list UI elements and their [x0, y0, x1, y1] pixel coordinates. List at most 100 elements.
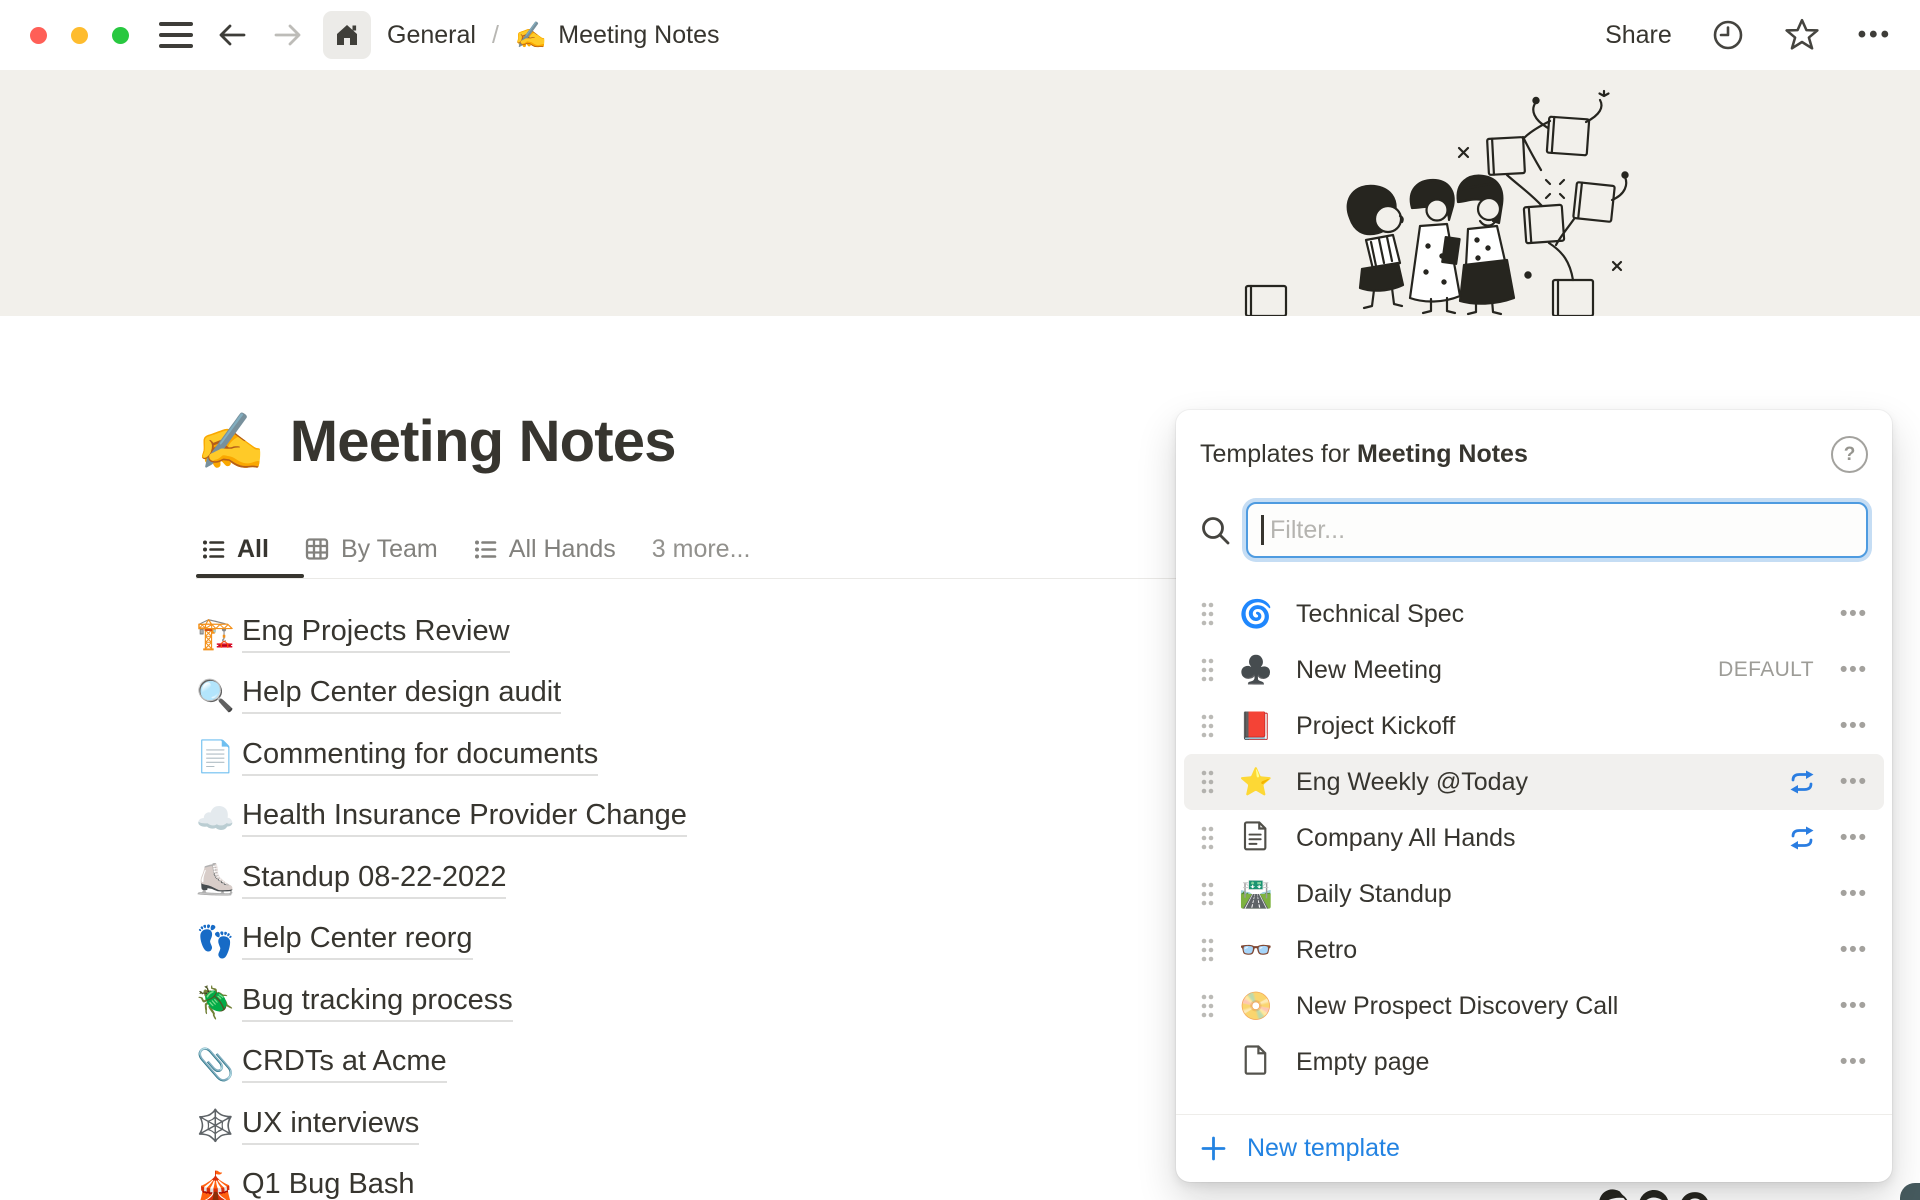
template-label: Empty page — [1296, 1048, 1429, 1077]
page-link[interactable]: Standup 08-22-2022 — [242, 861, 506, 899]
list-item[interactable]: 📎 CRDTs at Acme — [196, 1034, 1096, 1096]
forward-button[interactable] — [271, 19, 305, 51]
page-cover[interactable] — [0, 70, 1920, 316]
document-list: 🏗️ Eng Projects Review 🔍 Help Center des… — [196, 603, 1096, 1200]
list-item[interactable]: ☁️ Health Insurance Provider Change — [196, 788, 1096, 850]
row-more-icon[interactable]: ••• — [1840, 882, 1868, 906]
list-item[interactable]: 🎪 Q1 Bug Bash — [196, 1157, 1096, 1200]
page-link[interactable]: Bug tracking process — [242, 984, 513, 1022]
popup-title: Templates for Meeting Notes — [1200, 440, 1528, 469]
tab-all-hands[interactable]: All Hands — [474, 535, 616, 564]
cyclone-emoji-icon: 🌀 — [1238, 601, 1274, 628]
page-link[interactable]: Health Insurance Provider Change — [242, 799, 687, 837]
close-window-button[interactable] — [30, 27, 47, 44]
template-label: Eng Weekly @Today — [1296, 768, 1528, 797]
star-emoji-icon: ⭐ — [1238, 769, 1274, 796]
new-template-button[interactable]: New template — [1200, 1124, 1400, 1172]
page-link[interactable]: Commenting for documents — [242, 738, 598, 776]
history-clock-icon[interactable] — [1710, 17, 1746, 53]
empty-page-icon — [1238, 1045, 1274, 1080]
page-link[interactable]: CRDTs at Acme — [242, 1045, 447, 1083]
template-row[interactable]: 👓 Retro ••• — [1184, 922, 1884, 978]
row-more-icon[interactable]: ••• — [1840, 994, 1868, 1018]
more-options-icon[interactable]: ••• — [1858, 21, 1892, 49]
breadcrumb-separator: / — [492, 21, 499, 50]
template-row-empty-page[interactable]: Empty page ••• — [1184, 1034, 1884, 1090]
template-row[interactable]: Company All Hands ••• — [1184, 810, 1884, 866]
drag-handle-icon[interactable] — [1200, 713, 1216, 739]
beetle-emoji-icon: 🪲 — [196, 987, 242, 1018]
list-view-icon — [202, 538, 225, 561]
minimize-window-button[interactable] — [71, 27, 88, 44]
template-row[interactable]: 🛣️ Daily Standup ••• — [1184, 866, 1884, 922]
magnifier-emoji-icon: 🔍 — [196, 680, 242, 711]
row-more-icon[interactable]: ••• — [1840, 826, 1868, 850]
template-row[interactable]: ♣️ New Meeting DEFAULT ••• — [1184, 642, 1884, 698]
list-item[interactable]: 👣 Help Center reorg — [196, 911, 1096, 973]
page-link[interactable]: Q1 Bug Bash — [242, 1168, 415, 1200]
template-row[interactable]: 🌀 Technical Spec ••• — [1184, 586, 1884, 642]
list-item[interactable]: 🪲 Bug tracking process — [196, 972, 1096, 1034]
tab-all[interactable]: All — [202, 535, 269, 564]
tab-more-views[interactable]: 3 more... — [652, 535, 751, 564]
row-more-icon[interactable]: ••• — [1840, 714, 1868, 738]
template-list: 🌀 Technical Spec ••• ♣️ New Meeting DEFA… — [1184, 586, 1884, 1090]
popup-header: Templates for Meeting Notes ? — [1200, 436, 1868, 473]
row-more-icon[interactable]: ••• — [1840, 770, 1868, 794]
page-link[interactable]: Help Center reorg — [242, 922, 473, 960]
list-item[interactable]: 🏗️ Eng Projects Review — [196, 603, 1096, 665]
share-button[interactable]: Share — [1605, 21, 1672, 50]
list-item[interactable]: 🕸️ UX interviews — [196, 1095, 1096, 1157]
page-title-emoji[interactable]: ✍️ — [196, 414, 266, 470]
home-button[interactable] — [323, 11, 371, 59]
sidebar-menu-icon[interactable] — [159, 22, 193, 48]
tab-label: 3 more... — [652, 535, 751, 564]
template-row[interactable]: 📀 New Prospect Discovery Call ••• — [1184, 978, 1884, 1034]
row-more-icon[interactable]: ••• — [1840, 1050, 1868, 1074]
template-row-highlighted[interactable]: ⭐ Eng Weekly @Today ••• — [1184, 754, 1884, 810]
plus-icon — [1200, 1135, 1227, 1162]
table-view-icon — [305, 537, 329, 561]
back-button[interactable] — [215, 19, 249, 51]
list-item[interactable]: 📄 Commenting for documents — [196, 726, 1096, 788]
drag-handle-icon[interactable] — [1200, 769, 1216, 795]
tab-by-team[interactable]: By Team — [305, 535, 438, 564]
titlebar-actions: Share ••• — [1605, 17, 1892, 53]
glasses-emoji-icon: 👓 — [1238, 937, 1274, 964]
drag-handle-icon[interactable] — [1200, 937, 1216, 963]
list-item[interactable]: ⛸️ Standup 08-22-2022 — [196, 849, 1096, 911]
drag-handle-icon[interactable] — [1200, 881, 1216, 907]
template-label: Daily Standup — [1296, 880, 1452, 909]
breadcrumb-workspace[interactable]: General — [387, 21, 476, 50]
row-more-icon[interactable]: ••• — [1840, 658, 1868, 682]
text-caret — [1261, 515, 1264, 545]
template-label: Company All Hands — [1296, 824, 1516, 853]
row-more-icon[interactable]: ••• — [1840, 602, 1868, 626]
motorway-emoji-icon: 🛣️ — [1238, 881, 1274, 908]
spider-web-emoji-icon: 🕸️ — [196, 1110, 242, 1141]
home-icon — [333, 21, 361, 49]
page-link[interactable]: Eng Projects Review — [242, 615, 510, 653]
favorite-star-icon[interactable] — [1784, 17, 1820, 53]
zoom-window-button[interactable] — [112, 27, 129, 44]
drag-handle-icon[interactable] — [1200, 993, 1216, 1019]
breadcrumb-page[interactable]: Meeting Notes — [558, 21, 719, 50]
list-item[interactable]: 🔍 Help Center design audit — [196, 665, 1096, 727]
default-badge: DEFAULT — [1718, 658, 1814, 682]
notion-window: General / ✍️ Meeting Notes Share ••• — [0, 0, 1920, 1200]
drag-handle-icon[interactable] — [1200, 825, 1216, 851]
page-title[interactable]: Meeting Notes — [290, 408, 676, 475]
cloud-emoji-icon: ☁️ — [196, 803, 242, 834]
page-emoji-icon: ✍️ — [515, 20, 547, 51]
repeating-template-icon — [1788, 826, 1816, 850]
red-book-emoji-icon: 📕 — [1238, 713, 1274, 740]
template-row[interactable]: 📕 Project Kickoff ••• — [1184, 698, 1884, 754]
drag-handle-icon[interactable] — [1200, 657, 1216, 683]
drag-handle-icon[interactable] — [1200, 601, 1216, 627]
page-link[interactable]: Help Center design audit — [242, 676, 561, 714]
page-link[interactable]: UX interviews — [242, 1107, 419, 1145]
filter-input[interactable] — [1246, 502, 1868, 558]
help-icon[interactable]: ? — [1831, 436, 1868, 473]
row-more-icon[interactable]: ••• — [1840, 938, 1868, 962]
template-label: New Meeting — [1296, 656, 1442, 685]
